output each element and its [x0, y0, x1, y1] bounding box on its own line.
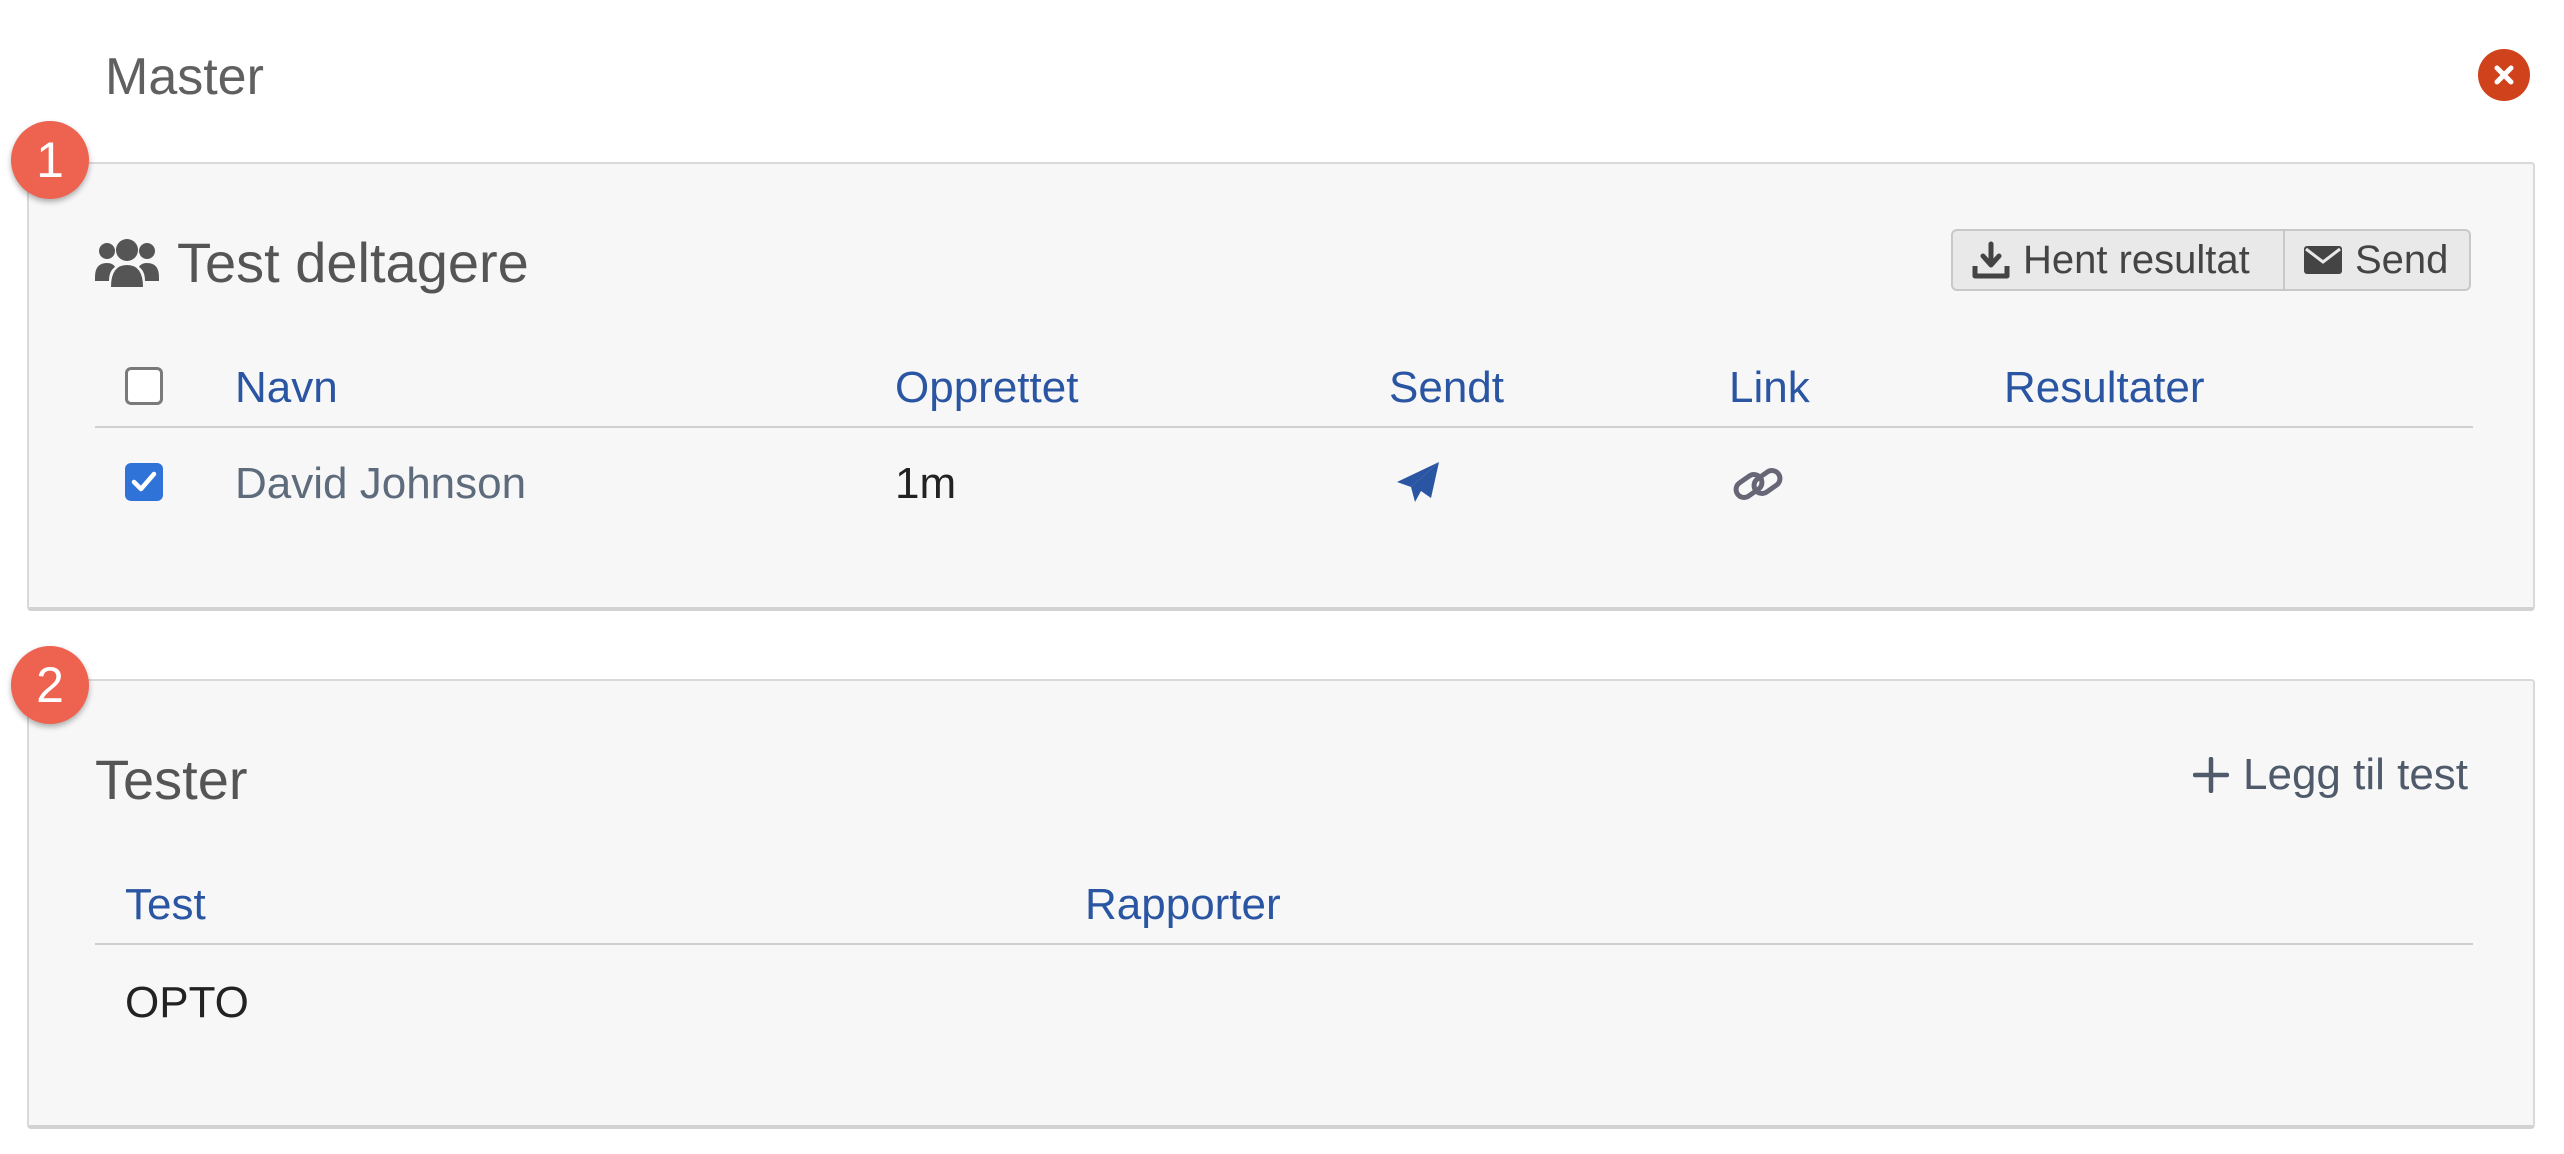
- send-label: Send: [2355, 237, 2449, 282]
- column-header-results[interactable]: Resultater: [2004, 360, 2205, 416]
- sent-cell[interactable]: [1395, 460, 1441, 509]
- add-test-label: Legg til test: [2243, 750, 2469, 799]
- envelope-icon: [2304, 246, 2342, 274]
- row-checkbox[interactable]: [125, 463, 163, 501]
- tests-panel: Tester Legg til test Test Rapporter OPTO: [27, 679, 2535, 1129]
- column-header-name[interactable]: Navn: [235, 360, 338, 416]
- send-button[interactable]: Send: [2283, 229, 2471, 291]
- step-badge-2: 2: [11, 646, 89, 724]
- plus-icon: [2193, 757, 2229, 793]
- participant-actions: Hent resultat Send: [1951, 229, 2471, 291]
- column-header-reports[interactable]: Rapporter: [1085, 877, 1281, 933]
- column-header-link[interactable]: Link: [1729, 360, 1810, 416]
- column-header-test[interactable]: Test: [125, 877, 206, 933]
- add-test-button[interactable]: Legg til test: [2193, 747, 2468, 803]
- participant-created: 1m: [895, 459, 957, 508]
- download-icon: [1972, 241, 2010, 279]
- fetch-results-button[interactable]: Hent resultat: [1951, 229, 2285, 291]
- link-icon: [1733, 468, 1783, 500]
- page-title: Master: [105, 48, 264, 106]
- column-header-sent[interactable]: Sendt: [1389, 360, 1504, 416]
- tests-title: Tester: [95, 748, 248, 811]
- participants-heading: Test deltagere: [95, 228, 529, 298]
- users-icon: [95, 239, 159, 287]
- close-button[interactable]: [2478, 49, 2530, 101]
- participant-name[interactable]: David Johnson: [235, 456, 526, 512]
- link-cell[interactable]: [1731, 462, 1785, 511]
- select-all-checkbox[interactable]: [125, 367, 163, 405]
- paper-plane-icon: [1397, 462, 1439, 502]
- close-icon: [2494, 65, 2514, 85]
- fetch-results-label: Hent resultat: [2023, 237, 2250, 282]
- test-name[interactable]: OPTO: [125, 975, 249, 1031]
- step-badge-1: 1: [11, 121, 89, 199]
- column-header-created[interactable]: Opprettet: [895, 360, 1078, 416]
- tests-header-divider: [95, 943, 2473, 945]
- header-divider: [95, 426, 2473, 428]
- participants-title: Test deltagere: [177, 231, 529, 294]
- participants-panel: Test deltagere Hent resultat Send Navn O…: [27, 162, 2535, 611]
- check-icon: [131, 471, 157, 492]
